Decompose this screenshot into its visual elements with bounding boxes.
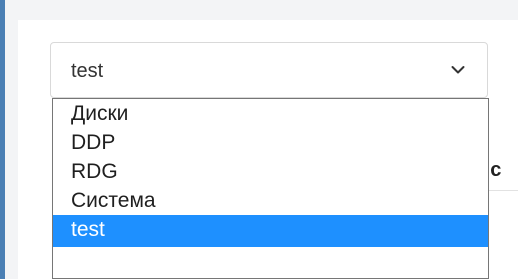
option-ddp[interactable]: DDP	[53, 128, 488, 157]
category-select[interactable]: test	[50, 42, 488, 98]
chevron-down-icon	[451, 66, 465, 74]
select-dropdown-list[interactable]: Диски DDP RDG Система test	[52, 98, 489, 279]
table-divider	[489, 190, 518, 191]
left-accent-border	[0, 0, 5, 279]
option-test[interactable]: test	[53, 215, 488, 247]
page: йс test Диски DDP RDG Система test	[0, 0, 518, 279]
option-disks[interactable]: Диски	[53, 99, 488, 128]
option-system[interactable]: Система	[53, 186, 488, 215]
option-rdg[interactable]: RDG	[53, 157, 488, 186]
select-current-value: test	[71, 60, 104, 82]
